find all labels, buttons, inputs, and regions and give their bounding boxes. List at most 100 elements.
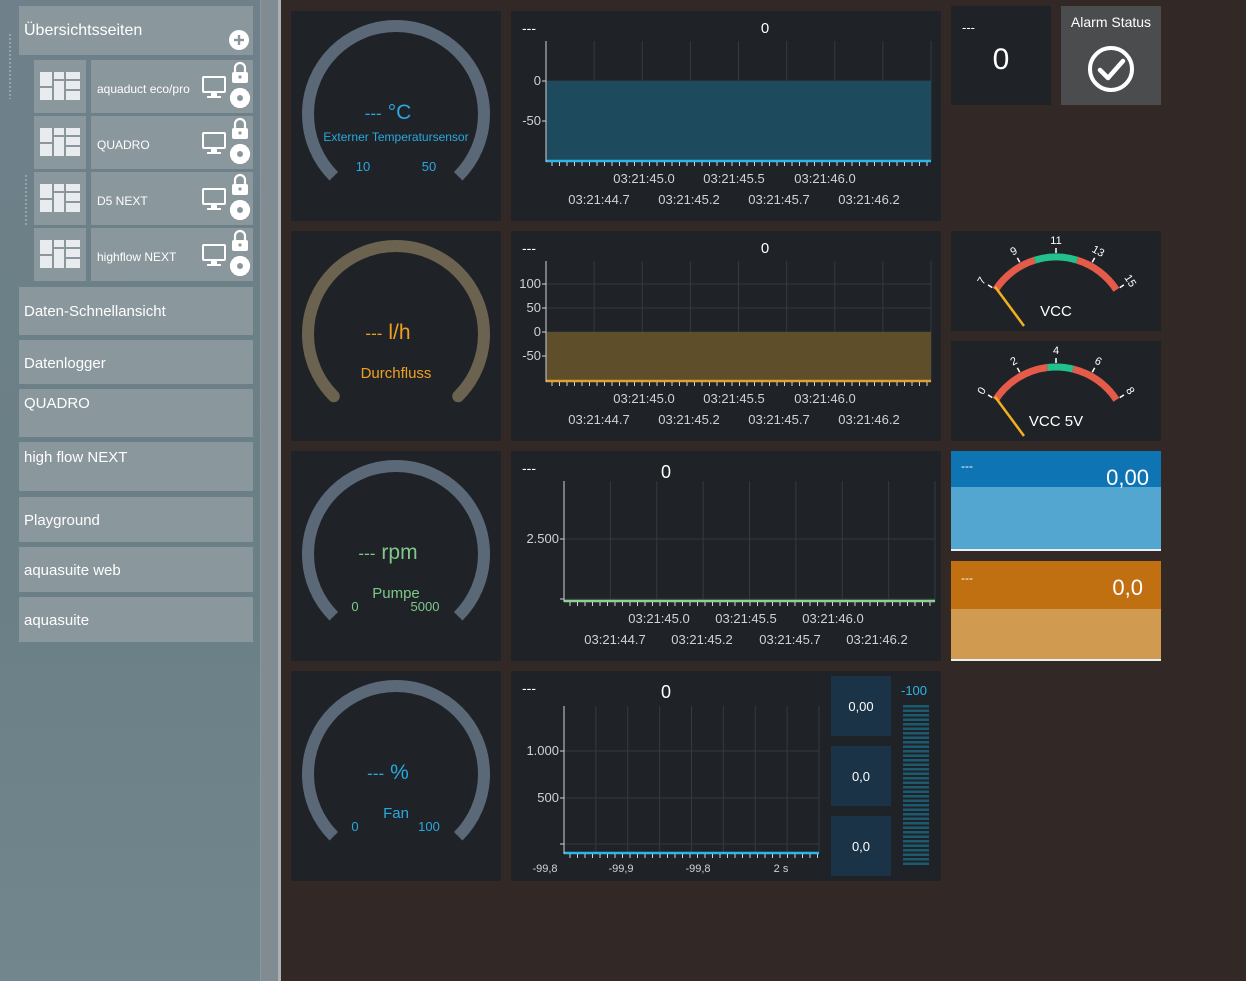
gauge-fan: --- % Fan 0 100	[302, 680, 490, 841]
gear-icon[interactable]	[229, 255, 251, 277]
sidebar-item-datenlogger[interactable]: Datenlogger	[19, 340, 253, 384]
sidebar-item-label: high flow NEXT	[24, 449, 128, 466]
chart-x-tick-label: -99,9	[608, 863, 633, 875]
lock-icon[interactable]	[232, 229, 248, 251]
sidebar-item-aquasuite-web[interactable]: aquasuite web	[19, 547, 253, 592]
chart-x-tick-label: 03:21:46.2	[838, 192, 899, 207]
meter-tick-label: 2	[1008, 355, 1019, 368]
chart-x-tick-label: 03:21:45.5	[715, 611, 776, 626]
chart-x-tick-label: 03:21:44.7	[568, 412, 629, 427]
monitor-icon[interactable]	[202, 76, 226, 98]
counter-value: 0	[992, 43, 1010, 76]
meter-tick-label: 13	[1090, 243, 1106, 259]
sidebar-header[interactable]: Übersichtsseiten	[19, 6, 253, 55]
chart-x-tick-label: 2 s	[774, 863, 789, 875]
subpage-actions	[202, 229, 251, 277]
dashboard-icon	[34, 116, 86, 169]
chart-x-tick-label: 03:21:45.7	[759, 632, 820, 647]
meter-tick-label: 7	[975, 275, 988, 287]
chart-x-tick-label: 03:21:46.2	[846, 632, 907, 647]
gauge-min-label: 0	[351, 599, 358, 614]
chart-x-tick-label: -99,8	[685, 863, 710, 875]
subpage-actions	[202, 61, 251, 109]
gear-icon[interactable]	[229, 143, 251, 165]
meter-zone-low	[992, 364, 1048, 402]
gauge-label: Durchfluss	[361, 365, 432, 382]
chart-grid	[563, 481, 936, 602]
meter-needle	[994, 285, 1026, 327]
meter-zone-low	[992, 256, 1036, 292]
chart-area	[546, 332, 931, 382]
subpage-actions	[202, 117, 251, 165]
sidebar-item-playground[interactable]: Playground	[19, 497, 253, 542]
chart-x-tick-label: 03:21:44.7	[568, 192, 629, 207]
sidebar-item-aquasuite[interactable]: aquasuite	[19, 597, 253, 642]
chart-header-label: ---	[522, 20, 536, 36]
chart-y-tick-label: 2.500	[526, 531, 559, 546]
dashboard-icon	[34, 60, 86, 113]
gauge-temperature: --- °C Externer Temperatursensor 10 50	[302, 20, 490, 181]
sidebar-item-quadro[interactable]: QUADRO	[19, 389, 253, 437]
gauge-label: Fan	[383, 805, 409, 822]
gauge-max-label: 50	[422, 159, 436, 174]
gear-icon[interactable]	[229, 199, 251, 221]
drag-handle-icon[interactable]	[24, 174, 28, 226]
alarm-status-tile[interactable]: Alarm Status	[1061, 6, 1161, 105]
monitor-icon[interactable]	[202, 188, 226, 210]
gauge-max-label: 5000	[411, 599, 440, 614]
chart-y-tick-label: 50	[527, 300, 541, 315]
gauge-min-label: 0	[351, 819, 358, 834]
chart-x-tick-label: 03:21:45.2	[658, 192, 719, 207]
sidebar-item-label: Datenlogger	[24, 355, 106, 372]
chart-header-value: 0	[761, 240, 769, 257]
gauge-label: Externer Temperatursensor	[323, 130, 468, 144]
monitor-icon[interactable]	[202, 244, 226, 266]
sidebar-item-high-flow-next[interactable]: high flow NEXT	[19, 442, 253, 491]
fan-value-box: 0,00	[831, 676, 891, 736]
fan-value-text: 0,0	[852, 769, 870, 784]
chart-x-tick-label: 03:21:45.7	[748, 192, 809, 207]
gauge-panel-flow: --- l/h Durchfluss	[291, 231, 501, 441]
drag-handle-icon[interactable]	[8, 33, 12, 99]
fan-value-text: 0,00	[848, 699, 873, 714]
monitor-icon[interactable]	[202, 132, 226, 154]
chart-header-value: 0	[661, 462, 671, 482]
chart-header-label: ---	[522, 460, 536, 476]
counter-header: ---	[962, 20, 975, 35]
chart-x-tick-label: 03:21:45.2	[671, 632, 732, 647]
sidebar-item-label: aquasuite	[24, 612, 90, 629]
gear-icon[interactable]	[229, 87, 251, 109]
meter-zone-high	[1072, 365, 1120, 402]
chart-x-tick-label: 03:21:45.0	[613, 391, 674, 406]
sidebar-item-label: aquasuite web	[24, 562, 121, 579]
sidebar-header-label: Übersichtsseiten	[24, 22, 143, 39]
lock-icon[interactable]	[232, 61, 248, 83]
chart-y-tick-label: -50	[522, 348, 541, 363]
orange-tile-value: 0,0	[1112, 575, 1143, 600]
chart-x-tick-label: 03:21:45.5	[703, 391, 764, 406]
subpage-actions	[202, 173, 251, 221]
chart-y-tick-label: 500	[537, 790, 559, 805]
meter-label: VCC 5V	[1029, 413, 1083, 430]
sidebar-scrollbar[interactable]	[260, 0, 278, 981]
lock-icon[interactable]	[232, 173, 248, 195]
chart-x-ticks	[569, 854, 818, 858]
chart-x-tick-label: 03:21:45.5	[703, 171, 764, 186]
meter-zone-ok	[1047, 363, 1074, 373]
sidebar-item-daten-schnellansicht[interactable]: Daten-Schnellansicht	[19, 287, 253, 335]
chart-x-tick-label: 03:21:45.2	[658, 412, 719, 427]
vcc5v-gauge: 0 2 4 6 8 VCC 5V	[975, 345, 1137, 437]
check-circle-icon	[1088, 46, 1134, 92]
sidebar-divider	[278, 0, 281, 981]
chart-y-tick-label: 100	[519, 276, 541, 291]
gauge-pump: --- rpmPumpe0 5000	[302, 460, 490, 621]
gauge-panel-temperature: --- °C Externer Temperatursensor 10 50	[291, 11, 501, 221]
chart-header-value: 0	[761, 20, 769, 37]
lock-icon[interactable]	[232, 117, 248, 139]
gauge-panel-pump: --- rpm Pumpe 0 5000	[291, 451, 501, 661]
gauge-value: ---%	[367, 761, 409, 784]
chart-fan: --- 0 1.000 500 -99,8 -99,9 -99,8 2 s 0,00 0,0 0,0…	[522, 676, 929, 876]
gauge-max-label: 100	[418, 819, 440, 834]
fan-value-box: 0,0	[831, 746, 891, 806]
add-icon[interactable]	[229, 30, 249, 50]
